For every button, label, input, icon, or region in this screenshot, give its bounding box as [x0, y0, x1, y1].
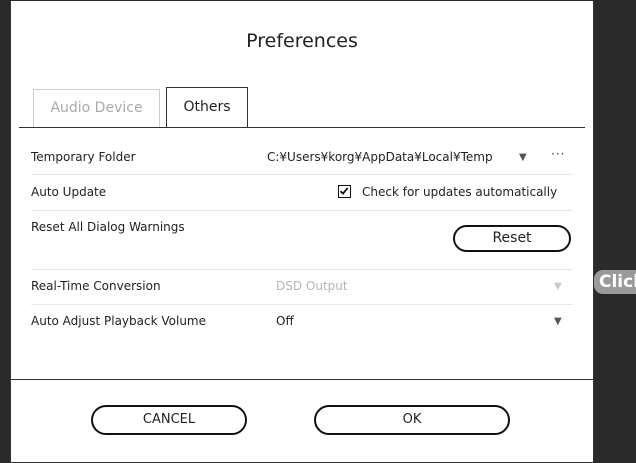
row-divider [31, 210, 573, 211]
reset-warnings-label: Reset All Dialog Warnings [31, 220, 185, 234]
auto-adjust-volume-select[interactable]: Off [276, 314, 294, 328]
row-divider [31, 269, 573, 270]
auto-update-checkbox-label[interactable]: Check for updates automatically [362, 185, 557, 199]
browse-folder-button[interactable]: ··· [551, 147, 565, 161]
footer-divider [11, 379, 593, 380]
checkmark-icon [339, 187, 349, 195]
row-divider [31, 174, 573, 175]
temporary-folder-label: Temporary Folder [31, 150, 136, 164]
auto-update-label: Auto Update [31, 185, 107, 199]
triangle-down-icon[interactable]: ▼ [519, 152, 527, 163]
tab-others[interactable]: Others [166, 87, 248, 128]
dialog-title: Preferences [246, 30, 358, 52]
triangle-down-icon[interactable]: ▼ [554, 316, 562, 327]
auto-adjust-volume-label: Auto Adjust Playback Volume [31, 314, 206, 328]
triangle-down-icon[interactable]: ▼ [554, 281, 562, 292]
real-time-conversion-select[interactable]: DSD Output [276, 279, 348, 293]
row-divider [31, 304, 573, 305]
tab-audio-device[interactable]: Audio Device [33, 89, 160, 127]
reset-button[interactable]: Reset [453, 225, 571, 252]
real-time-conversion-label: Real-Time Conversion [31, 279, 161, 293]
ok-button[interactable]: OK [314, 405, 510, 435]
preferences-dialog: Preferences Audio Device Others Temporar… [10, 1, 594, 463]
temporary-folder-path[interactable]: C:¥Users¥korg¥AppData¥Local¥Temp [267, 150, 493, 164]
screen: Preferences Audio Device Others Temporar… [0, 0, 636, 463]
auto-update-checkbox[interactable] [338, 185, 351, 198]
cancel-button[interactable]: CANCEL [91, 405, 247, 435]
click-hint-badge: Click [594, 270, 636, 294]
tab-divider [19, 127, 585, 128]
